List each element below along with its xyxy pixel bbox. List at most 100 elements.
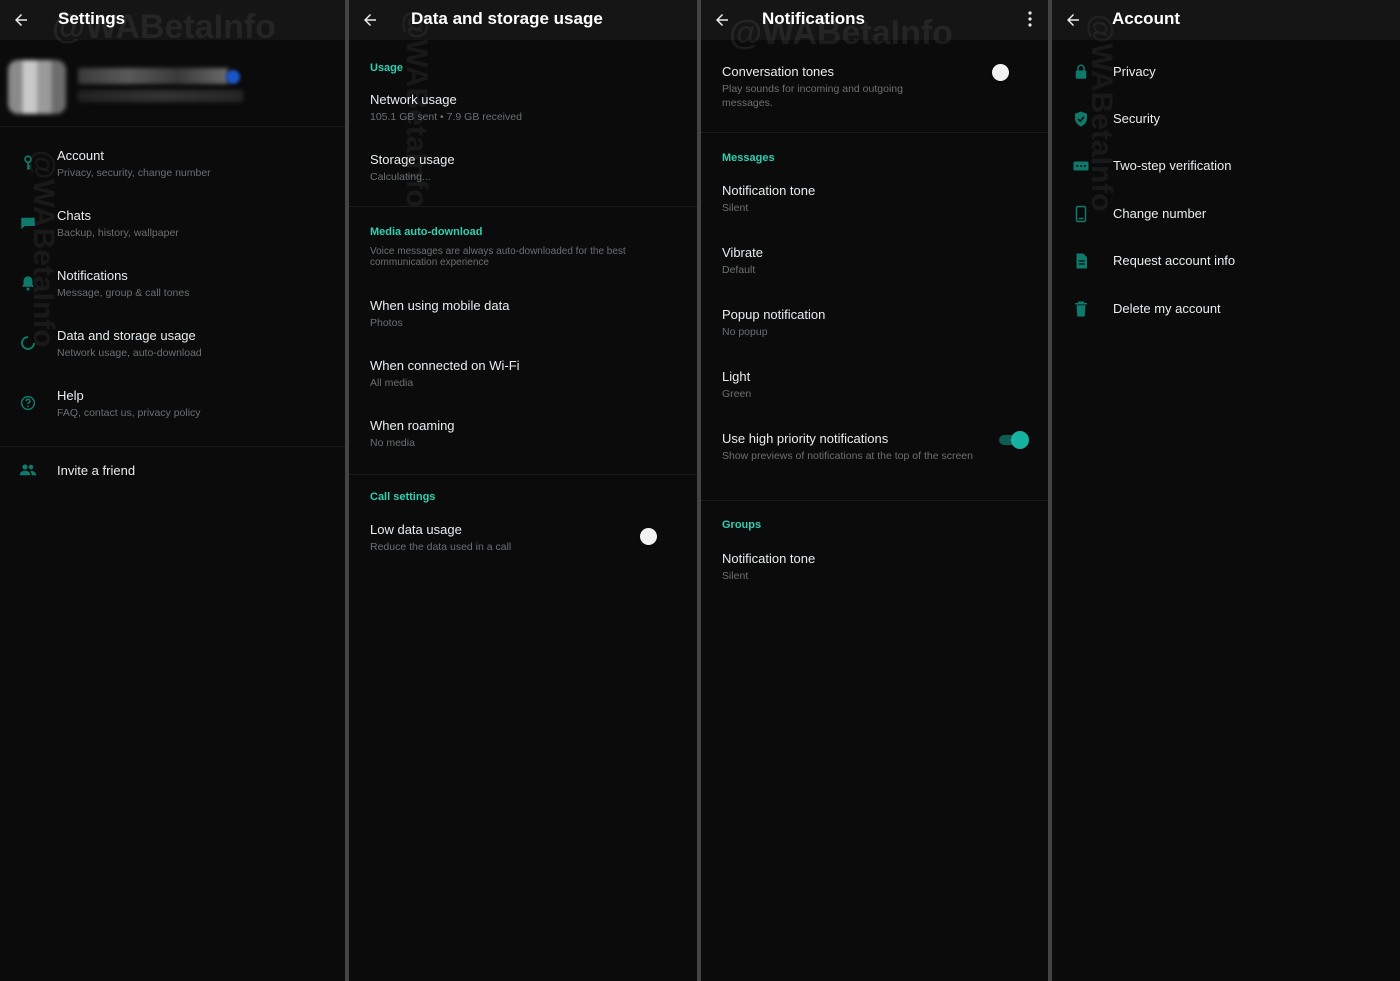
settings-item-data-storage[interactable]: Data and storage usage Network usage, au…: [0, 324, 345, 378]
page-title: Data and storage usage: [411, 9, 603, 28]
message-tone-sub: Silent: [722, 202, 749, 214]
screens-container: Settings @WABetaInfo @WABetaInfo Account…: [0, 0, 1400, 981]
more-options-icon[interactable]: [1028, 11, 1032, 27]
page-title: Notifications: [762, 9, 865, 28]
divider: [0, 446, 345, 447]
popup-notification-sub: No popup: [722, 326, 768, 338]
lock-icon: [1075, 64, 1087, 79]
account-item-privacy[interactable]: Privacy: [1052, 58, 1400, 88]
roaming-item[interactable]: When roaming No media: [349, 414, 697, 466]
bell-icon: [22, 276, 34, 291]
settings-item-sub: Privacy, security, change number: [57, 167, 211, 179]
popup-notification-item[interactable]: Popup notification No popup: [701, 302, 1048, 356]
account-item-two-step[interactable]: Two-step verification: [1052, 152, 1400, 182]
section-header-usage: Usage: [370, 62, 404, 74]
profile-name-blurred[interactable]: [78, 68, 228, 84]
settings-item-sub: FAQ, contact us, privacy policy: [57, 407, 201, 419]
settings-screen: Settings @WABetaInfo @WABetaInfo Account…: [0, 0, 345, 981]
people-icon: [19, 464, 37, 476]
account-item-label: Security: [1113, 111, 1160, 126]
profile-emoji-blurred: [226, 70, 240, 84]
invite-friend-item[interactable]: Invite a friend: [0, 458, 345, 488]
high-priority-item[interactable]: Use high priority notifications Show pre…: [701, 426, 1048, 486]
light-sub: Green: [722, 388, 752, 400]
section-header-messages: Messages: [722, 152, 775, 164]
mobile-data-item[interactable]: When using mobile data Photos: [349, 294, 697, 346]
settings-item-sub: Network usage, auto-download: [57, 347, 202, 359]
settings-item-account[interactable]: Account Privacy, security, change number: [0, 144, 345, 198]
low-data-usage-toggle[interactable]: [640, 528, 657, 545]
network-usage-label: Network usage: [370, 92, 457, 107]
group-tone-label: Notification tone: [722, 551, 816, 566]
storage-usage-sub: Calculating...: [370, 171, 431, 183]
settings-item-label: Notifications: [57, 268, 128, 283]
wifi-item[interactable]: When connected on Wi-Fi All media: [349, 354, 697, 406]
account-appbar: Account: [1052, 0, 1400, 40]
conversation-tones-item[interactable]: Conversation tones Play sounds for incom…: [701, 60, 1048, 120]
divider: [349, 206, 697, 207]
wifi-sub: All media: [370, 377, 414, 389]
low-data-usage-label: Low data usage: [370, 522, 462, 537]
roaming-label: When roaming: [370, 418, 455, 433]
toggle-thumb: [1011, 431, 1029, 449]
page-title: Settings: [58, 9, 126, 28]
settings-item-help[interactable]: Help FAQ, contact us, privacy policy: [0, 384, 345, 438]
storage-usage-item[interactable]: Storage usage Calculating...: [349, 148, 697, 200]
settings-item-chats[interactable]: Chats Backup, history, wallpaper: [0, 204, 345, 258]
account-item-security[interactable]: Security: [1052, 105, 1400, 135]
trash-icon: [1075, 301, 1087, 317]
account-item-request-info[interactable]: Request account info: [1052, 247, 1400, 277]
message-tone-item[interactable]: Notification tone Silent: [701, 178, 1048, 232]
back-arrow-icon[interactable]: [361, 11, 379, 29]
settings-item-label: Account: [57, 148, 104, 163]
section-header-call: Call settings: [370, 491, 436, 503]
vibrate-item[interactable]: Vibrate Default: [701, 240, 1048, 294]
mobile-data-label: When using mobile data: [370, 298, 510, 313]
back-arrow-icon[interactable]: [1064, 11, 1082, 29]
conversation-tones-sub: Play sounds for incoming and outgoing me…: [722, 83, 903, 109]
page-title: Account: [1112, 9, 1180, 28]
popup-notification-label: Popup notification: [722, 307, 826, 322]
settings-item-notifications[interactable]: Notifications Message, group & call tone…: [0, 264, 345, 318]
settings-appbar: Settings: [0, 0, 345, 40]
document-icon: [1076, 253, 1087, 269]
mobile-data-sub: Photos: [370, 317, 403, 329]
settings-item-sub: Backup, history, wallpaper: [57, 227, 179, 239]
network-usage-sub: 105.1 GB sent • 7.9 GB received: [370, 111, 522, 123]
account-item-change-number[interactable]: Change number: [1052, 200, 1400, 230]
account-item-label: Change number: [1113, 206, 1207, 221]
data-storage-screen: Data and storage usage @WABetaInfo Usage…: [349, 0, 697, 981]
conversation-tones-toggle[interactable]: [992, 64, 1009, 81]
group-tone-item[interactable]: Notification tone Silent: [701, 546, 1048, 600]
phone-swap-icon: [1075, 205, 1087, 223]
dialpad-icon: [1073, 161, 1089, 171]
settings-item-label: Help: [57, 388, 84, 403]
roaming-sub: No media: [370, 437, 415, 449]
shield-icon: [1075, 111, 1087, 127]
notifications-screen: Notifications @WABetaInfo Conversation t…: [701, 0, 1048, 981]
account-item-label: Request account info: [1113, 253, 1236, 268]
back-arrow-icon[interactable]: [12, 11, 30, 29]
settings-item-label: Chats: [57, 208, 91, 223]
settings-item-label: Data and storage usage: [57, 328, 196, 343]
notifications-appbar: Notifications: [701, 0, 1048, 40]
help-icon: [20, 395, 36, 411]
light-item[interactable]: Light Green: [701, 364, 1048, 418]
avatar[interactable]: [8, 60, 66, 114]
account-item-label: Two-step verification: [1113, 158, 1232, 173]
data-usage-icon: [21, 335, 36, 350]
high-priority-toggle[interactable]: [999, 431, 1029, 449]
account-item-delete[interactable]: Delete my account: [1052, 295, 1400, 325]
storage-usage-label: Storage usage: [370, 152, 455, 167]
account-item-label: Privacy: [1113, 64, 1156, 79]
divider: [701, 132, 1048, 133]
network-usage-item[interactable]: Network usage 105.1 GB sent • 7.9 GB rec…: [349, 88, 697, 140]
section-header-media: Media auto-download: [370, 226, 483, 238]
settings-item-sub: Message, group & call tones: [57, 287, 190, 299]
key-icon: [24, 155, 32, 170]
low-data-usage-item[interactable]: Low data usage Reduce the data used in a…: [349, 518, 697, 570]
back-arrow-icon[interactable]: [713, 11, 731, 29]
account-screen: Account @WABetaInfo Privacy Security Two…: [1052, 0, 1400, 981]
light-label: Light: [722, 369, 751, 384]
low-data-usage-sub: Reduce the data used in a call: [370, 541, 512, 553]
